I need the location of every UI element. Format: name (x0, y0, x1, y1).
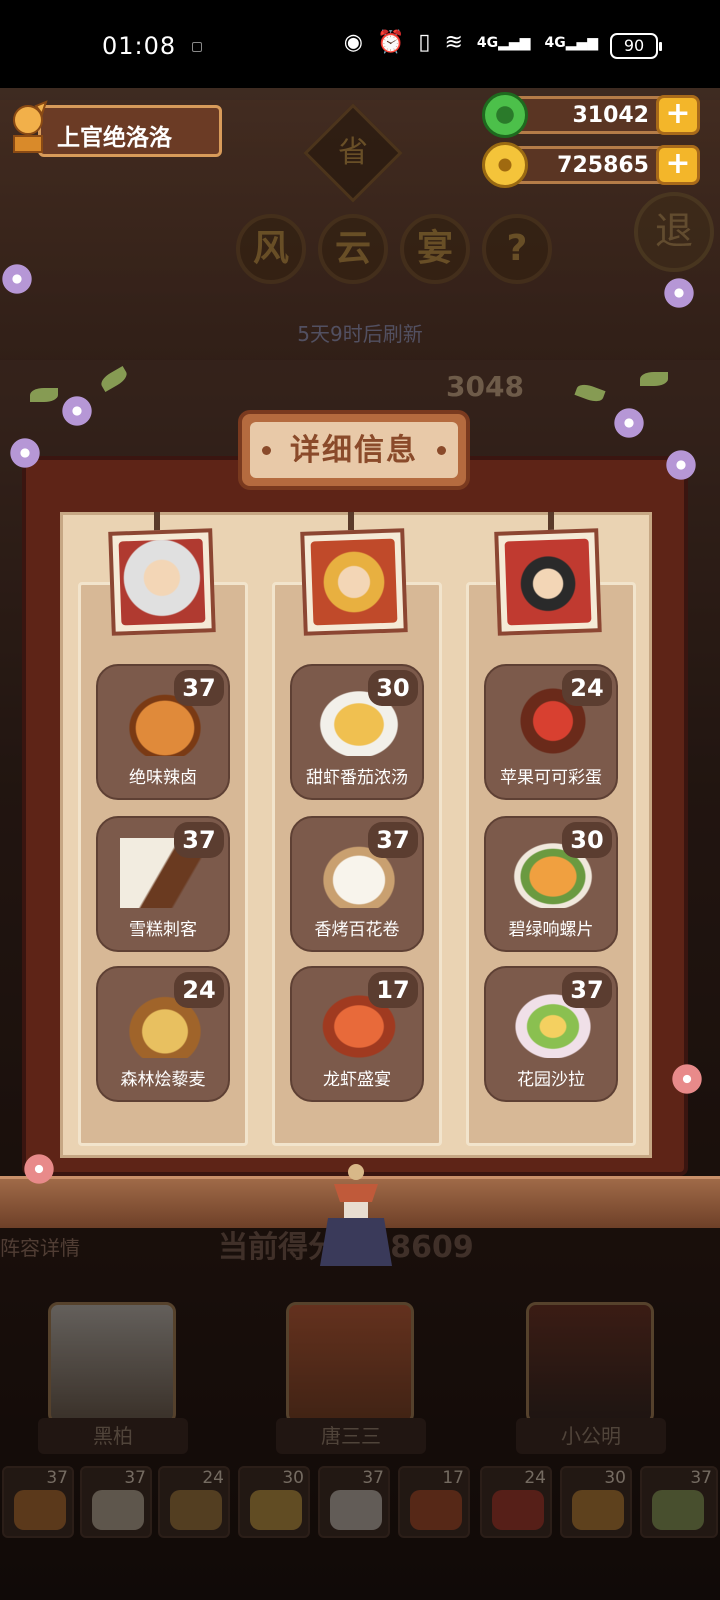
dish-name: 雪糕刺客 (129, 920, 197, 940)
dish-count: 24 (562, 670, 612, 706)
status-bar: 01:08 ◉ ⏰ ▯ ≋ 4G▂▄▆ 4G▂▄▆ 90 (0, 0, 720, 88)
dish-card[interactable]: 30 甜虾番茄浓汤 (290, 664, 424, 800)
dish-count: 37 (562, 972, 612, 1008)
flower-decoration (60, 394, 94, 428)
dish-count: 37 (368, 822, 418, 858)
modal-title-plate: 详细信息 (238, 410, 470, 490)
player-name: 上官绝洛洛 (57, 125, 172, 151)
dish-name: 苹果可可彩蛋 (500, 768, 602, 788)
leaf-decoration (640, 372, 668, 386)
dish-count: 37 (174, 822, 224, 858)
jade-icon (482, 92, 528, 138)
dish-name: 碧绿响螺片 (508, 920, 594, 940)
alarm-icon: ⏰ (376, 30, 405, 55)
flower-decoration (662, 276, 696, 310)
vibrate-icon: ▯ (418, 30, 431, 55)
dish-name: 香烤百花卷 (314, 920, 400, 940)
dish-count: 30 (562, 822, 612, 858)
eye-icon: ◉ (343, 30, 363, 55)
hero-portrait-1 (108, 528, 216, 636)
flower-decoration (22, 1152, 56, 1186)
hero-portrait-2 (300, 528, 408, 636)
flower-decoration (664, 448, 698, 482)
dish-card[interactable]: 37 香烤百花卷 (290, 816, 424, 952)
dish-card[interactable]: 17 龙虾盛宴 (290, 966, 424, 1102)
notification-icon (192, 42, 202, 52)
dish-card[interactable]: 30 碧绿响螺片 (484, 816, 618, 952)
hero-portrait-3 (494, 528, 602, 636)
dish-card[interactable]: 37 绝味辣卤 (96, 664, 230, 800)
flower-decoration (8, 436, 42, 470)
coin-icon (482, 142, 528, 188)
flower-decoration (670, 1062, 704, 1096)
flower-decoration (612, 406, 646, 440)
dish-card[interactable]: 37 雪糕刺客 (96, 816, 230, 952)
dish-count: 24 (174, 972, 224, 1008)
dish-name: 龙虾盛宴 (323, 1070, 391, 1090)
flower-decoration (0, 262, 34, 296)
tassel-ornament (320, 1164, 392, 1266)
dish-count: 37 (174, 670, 224, 706)
dish-card[interactable]: 24 森林烩藜麦 (96, 966, 230, 1102)
dish-name: 森林烩藜麦 (120, 1070, 206, 1090)
add-coin-button[interactable]: + (656, 145, 700, 185)
leaf-decoration (30, 388, 58, 402)
signal-icon-2: 4G▂▄▆ (544, 34, 598, 51)
clock: 01:08 (102, 32, 177, 60)
add-jade-button[interactable]: + (656, 95, 700, 135)
dish-card[interactable]: 37 花园沙拉 (484, 966, 618, 1102)
dish-name: 绝味辣卤 (129, 768, 197, 788)
dish-count: 17 (368, 972, 418, 1008)
signal-icon-1: 4G▂▄▆ (476, 34, 531, 51)
dish-name: 甜虾番茄浓汤 (306, 768, 408, 788)
dish-card[interactable]: 24 苹果可可彩蛋 (484, 664, 618, 800)
player-name-plate[interactable]: 上官绝洛洛 (38, 105, 222, 157)
dish-name: 花园沙拉 (517, 1070, 585, 1090)
trophy-icon (13, 100, 48, 153)
battery-icon: 90 (610, 33, 662, 59)
wifi-icon: ≋ (444, 30, 463, 55)
modal-title: 详细信息 (250, 422, 458, 478)
dish-count: 30 (368, 670, 418, 706)
